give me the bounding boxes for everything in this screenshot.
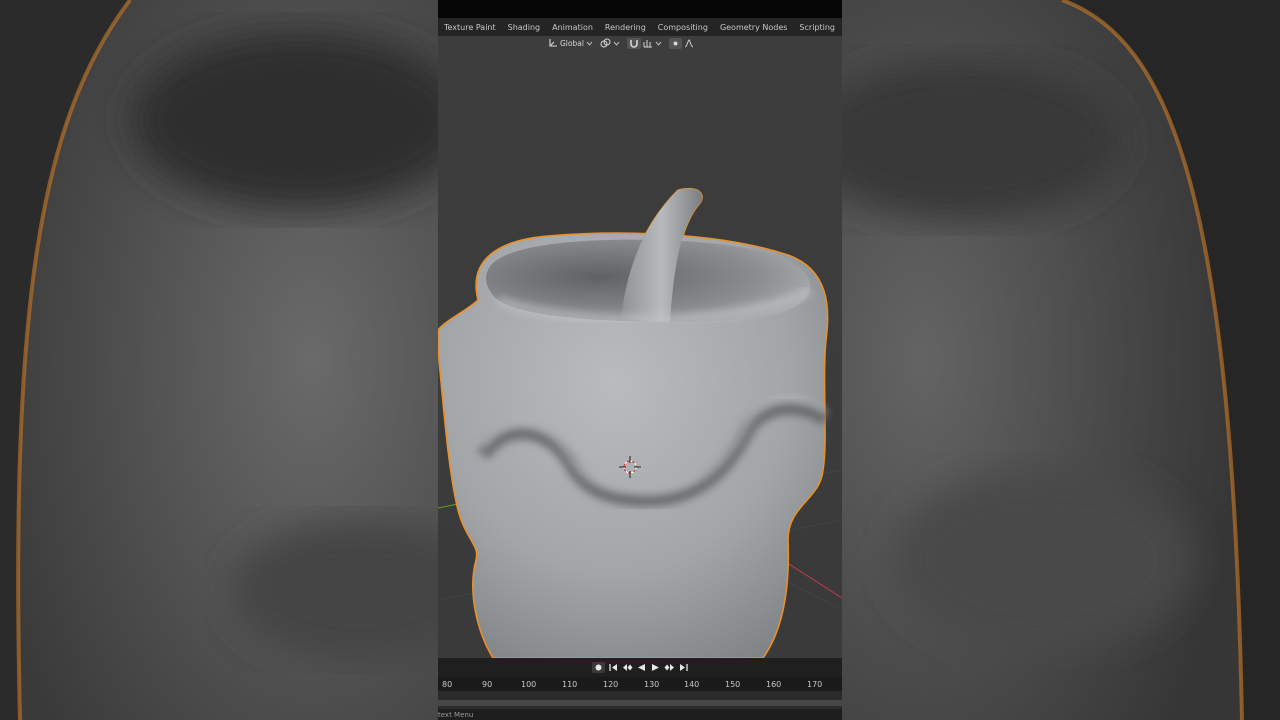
frame-label: 90	[482, 680, 493, 689]
workspace-tabs: Texture Paint Shading Animation Renderin…	[438, 18, 842, 36]
next-keyframe-icon	[664, 664, 674, 671]
frame-label: 160	[766, 680, 782, 689]
3d-viewport[interactable]	[438, 36, 842, 658]
timeline-scrollbar[interactable]	[438, 700, 842, 706]
prev-keyframe-button[interactable]	[622, 662, 633, 673]
record-icon	[595, 664, 601, 671]
tab-geometry-nodes[interactable]: Geometry Nodes	[714, 23, 793, 32]
snap-pill[interactable]	[626, 37, 641, 49]
orientation-dropdown[interactable]: Global	[546, 38, 595, 48]
chevron-down-icon	[613, 41, 620, 46]
falloff-curve-icon	[684, 38, 694, 47]
next-keyframe-button[interactable]	[664, 662, 675, 673]
jump-end-icon	[679, 664, 688, 671]
snap-increment-icon	[643, 39, 652, 47]
frame-label: 120	[603, 680, 619, 689]
jump-start-icon	[608, 664, 617, 671]
jump-end-button[interactable]	[678, 662, 689, 673]
play-reverse-button[interactable]	[636, 662, 647, 673]
blender-window: Texture Paint Shading Animation Renderin…	[438, 0, 842, 720]
tab-shading[interactable]: Shading	[502, 23, 547, 32]
proportional-edit-icon	[673, 41, 678, 45]
add-workspace-button[interactable]: +	[841, 22, 842, 33]
top-black-bar	[438, 0, 842, 18]
tab-texture-paint[interactable]: Texture Paint	[438, 23, 502, 32]
pivot-point-icon	[600, 38, 611, 48]
chevron-down-icon	[655, 41, 662, 46]
snap-toggle[interactable]	[625, 37, 664, 49]
tab-animation[interactable]: Animation	[546, 23, 599, 32]
frame-label: 150	[725, 680, 741, 689]
chevron-down-icon	[586, 41, 593, 46]
playback-controls	[438, 658, 842, 677]
play-button[interactable]	[650, 662, 661, 673]
frame-ruler[interactable]: 80 90 100 110 120 130 140 150 160 170	[438, 677, 842, 691]
viewport-header-tools: Global	[546, 36, 696, 50]
proportional-pill[interactable]	[668, 37, 682, 49]
status-text: text Menu	[438, 711, 474, 719]
record-button[interactable]	[591, 662, 605, 673]
background-blur-left	[0, 0, 438, 720]
frame-label: 130	[644, 680, 660, 689]
frame-label: 110	[562, 680, 578, 689]
jump-start-button[interactable]	[608, 662, 619, 673]
play-icon	[651, 664, 659, 671]
proportional-edit-toggle[interactable]	[667, 37, 696, 49]
frame-label: 170	[807, 680, 823, 689]
play-reverse-icon	[637, 664, 645, 671]
orientation-label: Global	[560, 38, 584, 48]
status-bar: text Menu	[438, 709, 842, 720]
background-blur-right	[842, 0, 1280, 720]
viewport-scene	[438, 36, 842, 658]
transform-axes-icon	[549, 39, 557, 47]
frame-label: 100	[521, 680, 537, 689]
snap-magnet-icon	[630, 40, 638, 48]
tab-rendering[interactable]: Rendering	[599, 23, 652, 32]
frame-label: 140	[684, 680, 700, 689]
tab-scripting[interactable]: Scripting	[793, 23, 841, 32]
tab-compositing[interactable]: Compositing	[652, 23, 714, 32]
frame-label: 80	[442, 680, 453, 689]
prev-keyframe-icon	[622, 664, 632, 671]
pivot-dropdown[interactable]	[598, 38, 622, 48]
